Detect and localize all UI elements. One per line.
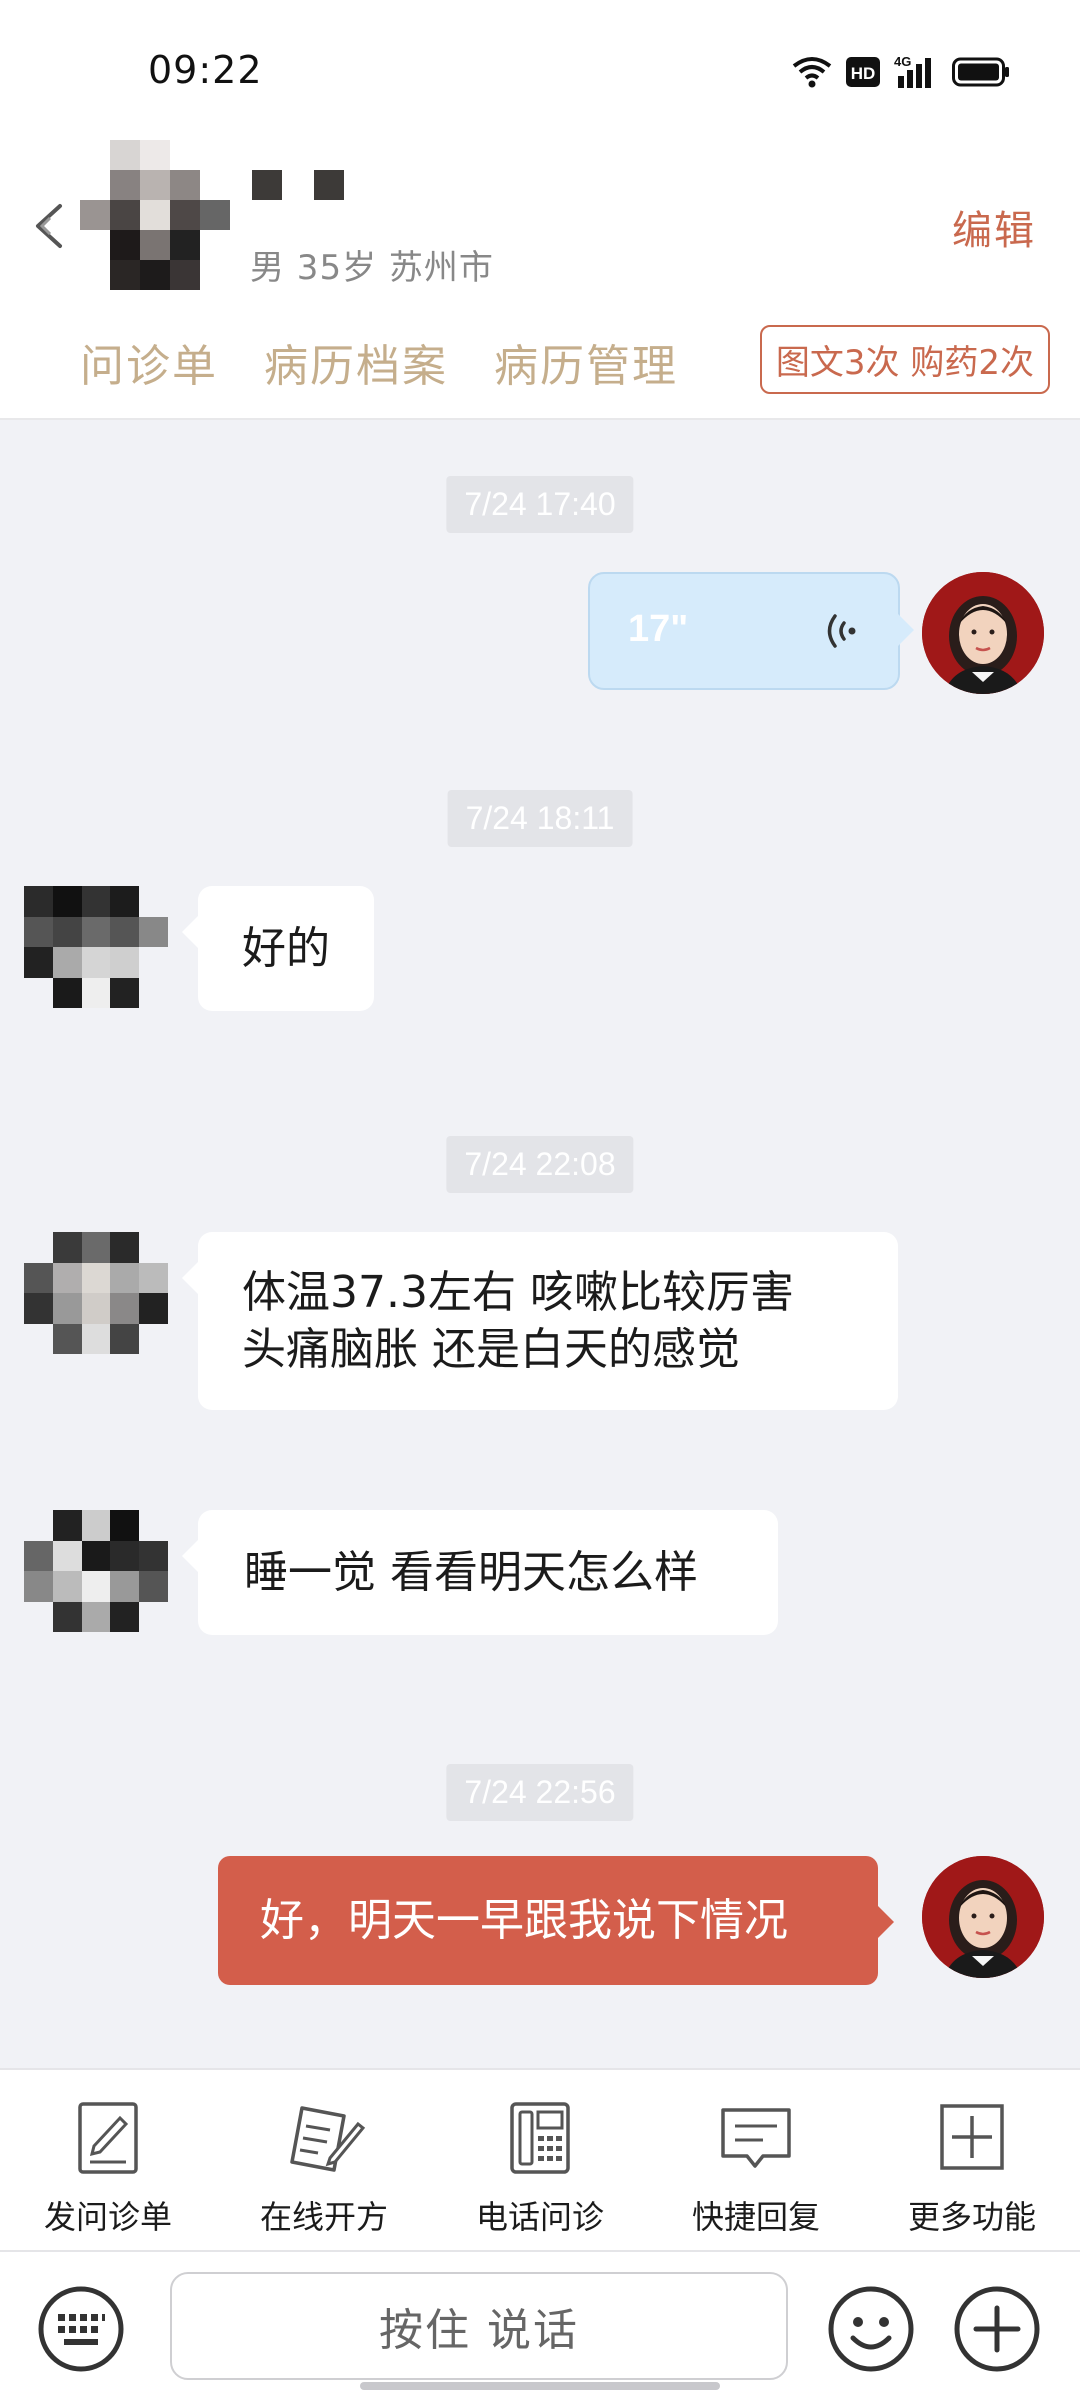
- message-timestamp: 7/24 22:08: [446, 1136, 634, 1193]
- send-form-button[interactable]: 发问诊单: [0, 2070, 216, 2250]
- status-time: 09:22: [148, 48, 263, 92]
- hold-to-talk-button[interactable]: 按住 说话: [170, 2272, 788, 2380]
- patient-header: 男 35岁 苏州市 编辑 问诊单 病历档案 病历管理 图文3次 购药2次: [0, 130, 1080, 420]
- tool-label: 发问诊单: [43, 2198, 172, 2236]
- keyboard-icon[interactable]: [36, 2284, 126, 2374]
- function-toolbar: 发问诊单 在线开方 电话问诊 快捷回复 更多功能: [0, 2068, 1080, 2252]
- battery-icon: [952, 57, 1009, 87]
- form-icon: [78, 2102, 138, 2174]
- message-line: 体温37.3左右 咳嗽比较厉害: [242, 1267, 794, 1318]
- message-timestamp: 7/24 18:11: [447, 790, 633, 847]
- message-line: 头痛脑胀 还是白天的感觉: [242, 1324, 740, 1376]
- patient-info: 男 35岁 苏州市: [250, 248, 494, 288]
- message-timestamp: 7/24 22:56: [446, 1764, 634, 1821]
- wifi-icon: [792, 57, 832, 88]
- doctor-portrait-icon: [922, 572, 1044, 694]
- message-bubble[interactable]: 睡一觉 看看明天怎么样: [182, 1510, 778, 1636]
- add-attachment-icon[interactable]: [952, 2284, 1042, 2374]
- plus-square-icon: [940, 2104, 1004, 2170]
- phone-consult-button[interactable]: 电话问诊: [432, 2070, 648, 2250]
- prescription-icon: [290, 2106, 366, 2172]
- input-bar: 按住 说话: [0, 2252, 1080, 2400]
- patient-name-redacted: [252, 170, 344, 200]
- tool-label: 在线开方: [259, 2198, 388, 2236]
- patient-avatar[interactable]: [80, 140, 230, 290]
- tab-record-management[interactable]: 病历管理: [494, 330, 678, 394]
- message-bubble[interactable]: 好，明天一早跟我说下情况: [218, 1856, 894, 1986]
- back-arrow-icon[interactable]: [28, 190, 68, 260]
- more-functions-button[interactable]: 更多功能: [864, 2070, 1080, 2250]
- message-timestamp: 7/24 17:40: [446, 476, 634, 533]
- voice-duration: 17": [628, 608, 689, 650]
- hd-icon-label: HD: [851, 64, 876, 83]
- voice-message-bubble[interactable]: 17": [588, 572, 914, 690]
- header-tabs: 问诊单 病历档案 病历管理: [80, 330, 678, 394]
- phone-icon: [510, 2102, 570, 2174]
- tab-consultation-form[interactable]: 问诊单: [80, 330, 218, 394]
- edit-button[interactable]: 编辑: [952, 198, 1036, 256]
- message-bubble[interactable]: 体温37.3左右 咳嗽比较厉害 头痛脑胀 还是白天的感觉: [182, 1232, 898, 1411]
- voice-wave-icon: [827, 614, 856, 648]
- patient-avatar[interactable]: [24, 886, 168, 1008]
- chat-area[interactable]: 7/24 17:40 17" 7/24 18:11 好的 7/24 22:08: [0, 420, 1080, 2070]
- 4g-signal-icon: 4G: [894, 54, 931, 88]
- home-indicator[interactable]: [360, 2382, 720, 2390]
- tab-medical-records[interactable]: 病历档案: [264, 330, 448, 394]
- doctor-portrait-icon: [922, 1856, 1044, 1978]
- online-prescription-button[interactable]: 在线开方: [216, 2070, 432, 2250]
- doctor-avatar[interactable]: [922, 1856, 1044, 1978]
- status-icons: HD 4G: [792, 52, 1010, 92]
- patient-avatar[interactable]: [24, 1232, 168, 1354]
- quick-reply-button[interactable]: 快捷回复: [648, 2070, 864, 2250]
- quick-reply-icon: [721, 2108, 791, 2168]
- tool-label: 更多功能: [907, 2198, 1036, 2236]
- patient-avatar[interactable]: [24, 1510, 168, 1632]
- tool-label: 电话问诊: [475, 2198, 604, 2236]
- consultation-count-badge: 图文3次 购药2次: [759, 325, 1050, 394]
- message-bubble[interactable]: 好的: [182, 886, 374, 1012]
- hd-icon: HD: [846, 57, 880, 87]
- doctor-avatar[interactable]: [922, 572, 1044, 694]
- emoji-icon[interactable]: [826, 2284, 916, 2374]
- tool-label: 快捷回复: [691, 2198, 820, 2236]
- status-bar: 09:22 HD 4G: [0, 0, 1080, 130]
- 4g-signal-label: 4G: [894, 54, 911, 69]
